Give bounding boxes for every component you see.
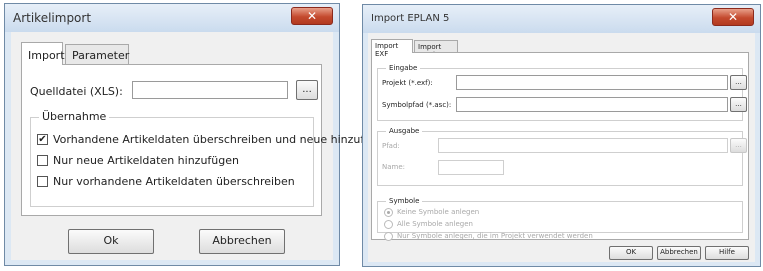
option-no-symbols-radio[interactable] (384, 208, 393, 217)
source-file-input[interactable] (132, 81, 288, 99)
ausgabe-group: Ausgabe Pfad: ... Name: (377, 127, 747, 186)
import-exf-tab-panel: Eingabe Projekt (*.exf): ... Symbolpfad … (371, 52, 749, 241)
option-used-symbols-label: Nur Symbole anlegen, die im Projekt verw… (397, 232, 593, 240)
option-all-symbols-label: Alle Symbole anlegen (397, 220, 473, 228)
symbole-group: Symbole Keine Symbole anlegen Alle Symbo… (377, 197, 743, 241)
path-label: Pfad: (382, 142, 400, 150)
cancel-button[interactable]: Abbrechen (657, 246, 701, 260)
symbolpath-input[interactable] (456, 97, 728, 112)
tab-import[interactable]: Import (21, 42, 65, 65)
dialog-body: Import Parameter Quelldatei (XLS): ... Ü… (11, 32, 392, 260)
uebernahme-group: Übernahme ✔ Vorhandene Artikeldaten über… (30, 110, 392, 207)
artikelimport-dialog: Artikelimport ✕ Import Parameter Quellda… (4, 3, 392, 266)
project-input[interactable] (456, 75, 728, 90)
option-add-only-checkbox[interactable] (37, 155, 48, 166)
cancel-button-label: Abbrechen (660, 248, 698, 256)
symbolpath-label: Symbolpfad (*.asc): (382, 101, 452, 109)
option-overwrite-and-add[interactable]: ✔ Vorhandene Artikeldaten überschreiben … (37, 132, 392, 148)
help-button[interactable]: Hilfe (705, 246, 749, 260)
symbole-legend: Symbole (386, 197, 423, 205)
close-button[interactable]: ✕ (291, 7, 333, 25)
option-no-symbols-label: Keine Symbole anlegen (397, 208, 480, 216)
browse-button-label: ... (302, 84, 312, 95)
cancel-button[interactable]: Abbrechen (199, 229, 285, 254)
project-browse-button[interactable]: ... (730, 75, 747, 90)
option-all-symbols[interactable]: Alle Symbole anlegen (384, 220, 634, 230)
ausgabe-legend: Ausgabe (386, 127, 423, 135)
option-used-symbols[interactable]: Nur Symbole anlegen, die im Projekt verw… (384, 232, 684, 242)
close-button[interactable]: ✕ (712, 8, 754, 26)
ok-button[interactable]: Ok (68, 229, 154, 254)
project-browse-label: ... (735, 78, 742, 86)
ok-button[interactable]: OK (609, 246, 653, 260)
name-label: Name: (382, 163, 406, 171)
title-bar[interactable]: Import EPLAN 5 ✕ (363, 5, 760, 33)
window-title: Import EPLAN 5 (371, 13, 450, 24)
project-label: Projekt (*.exf): (382, 79, 433, 87)
option-all-symbols-radio[interactable] (384, 220, 393, 229)
tab-parameter[interactable]: Parameter (65, 44, 129, 64)
option-overwrite-and-add-checkbox[interactable]: ✔ (37, 134, 48, 145)
window-title: Artikelimport (13, 11, 92, 25)
option-add-only-label: Nur neue Artikeldaten hinzufügen (53, 154, 239, 167)
cancel-button-label: Abbrechen (212, 234, 272, 247)
name-input[interactable] (438, 160, 504, 175)
tab-import-exf[interactable]: Import EXF (371, 39, 413, 58)
symbolpath-browse-label: ... (735, 100, 742, 108)
title-bar[interactable]: Artikelimport ✕ (5, 4, 339, 32)
path-browse-button[interactable]: ... (730, 138, 747, 153)
help-button-label: Hilfe (719, 248, 735, 256)
option-add-only[interactable]: Nur neue Artikeldaten hinzufügen (37, 153, 307, 169)
tab-parameter-label: Parameter (72, 49, 130, 62)
eingabe-legend: Eingabe (386, 64, 421, 72)
ok-button-label: Ok (103, 234, 119, 247)
ok-button-label: OK (625, 248, 637, 256)
option-overwrite-only[interactable]: Nur vorhandene Artikeldaten überschreibe… (37, 174, 307, 190)
option-overwrite-only-label: Nur vorhandene Artikeldaten überschreibe… (53, 175, 295, 188)
import-tab-panel: Quelldatei (XLS): ... Übernahme ✔ Vorhan… (21, 64, 392, 216)
symbolpath-browse-button[interactable]: ... (730, 97, 747, 112)
eingabe-group: Eingabe Projekt (*.exf): ... Symbolpfad … (377, 64, 747, 121)
tab-import-label: Import (28, 49, 65, 62)
option-used-symbols-radio[interactable] (384, 232, 393, 241)
import-eplan5-dialog: Import EPLAN 5 ✕ Import EXF Import Ecad … (362, 4, 761, 267)
uebernahme-legend: Übernahme (39, 110, 110, 123)
source-file-label: Quelldatei (XLS): (30, 85, 123, 98)
option-overwrite-only-checkbox[interactable] (37, 176, 48, 187)
browse-button[interactable]: ... (296, 80, 318, 100)
option-no-symbols[interactable]: Keine Symbole anlegen (384, 208, 634, 218)
dialog-body: Import EXF Import Ecad Eingabe Projekt (… (368, 33, 755, 262)
path-input[interactable] (438, 138, 728, 153)
path-browse-label: ... (735, 141, 742, 149)
option-overwrite-and-add-label: Vorhandene Artikeldaten überschreiben un… (53, 133, 392, 146)
